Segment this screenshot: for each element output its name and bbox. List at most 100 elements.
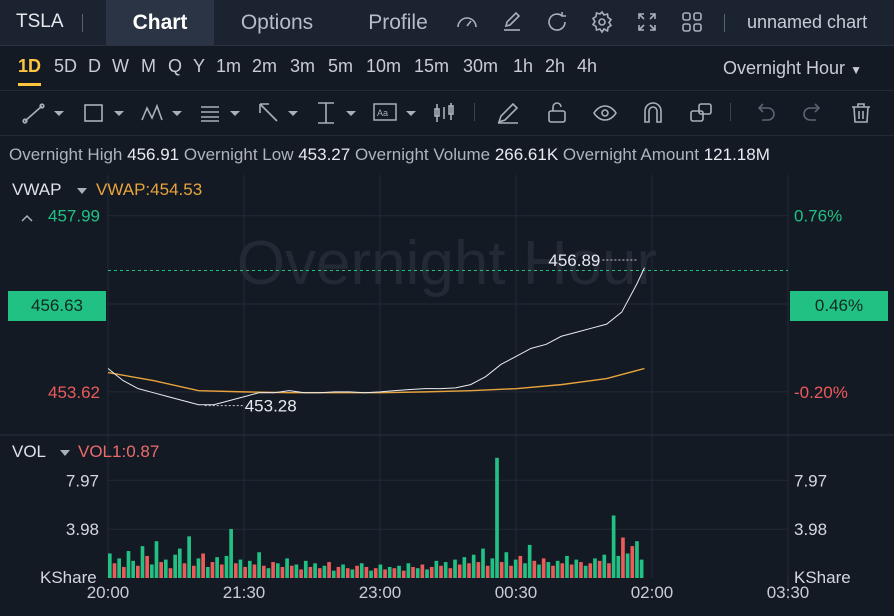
price-tick-label: 457.99 [48, 207, 100, 226]
volume-bar [126, 551, 131, 578]
volume-bar [117, 558, 121, 578]
volume-bar [387, 566, 392, 578]
current-price-tag: 456.63 [8, 291, 106, 321]
volume-bar [243, 566, 247, 578]
volume-tick-label-right: 7.97 [794, 471, 827, 490]
collapse-up-icon[interactable] [20, 213, 34, 223]
volume-bar [219, 564, 224, 578]
volume-bar [294, 564, 299, 578]
time-axis-label: 03:30 [767, 583, 810, 602]
volume-bar [481, 548, 485, 578]
volume-bar [565, 555, 569, 578]
volume-bar [289, 565, 294, 578]
volume-bar [434, 560, 439, 578]
volume-bar [201, 553, 205, 578]
volume-bar [154, 541, 159, 578]
percent-tick-label: 0.76% [794, 207, 842, 226]
time-axis-label: 21:30 [223, 583, 266, 602]
volume-bar [135, 565, 140, 578]
volume-bar [415, 568, 420, 578]
volume-bar [555, 560, 560, 578]
low-annotation-label: 453.28 [245, 397, 297, 416]
volume-bar [364, 566, 369, 578]
volume-bar [518, 555, 523, 578]
volume-bar [378, 564, 383, 578]
volume-bar [523, 563, 527, 578]
volume-bar [607, 563, 611, 578]
volume-bar [266, 568, 271, 578]
volume-bar [299, 569, 303, 578]
chevron-down-icon[interactable] [77, 188, 87, 194]
time-axis-label: 23:00 [359, 583, 402, 602]
volume-bar [257, 552, 261, 578]
volume-bar [336, 566, 341, 578]
volume-bar [191, 565, 196, 578]
volume-bar [159, 562, 163, 578]
volume-bar [490, 558, 495, 578]
volume-bar [280, 566, 285, 578]
volume-bar [121, 566, 126, 578]
volume-bar [149, 564, 154, 578]
volume-bar [308, 566, 313, 578]
volume-bar [313, 563, 317, 578]
volume-bar [355, 565, 359, 578]
volume-bar [588, 563, 593, 578]
time-axis-label: 00:30 [495, 583, 538, 602]
price-chart[interactable]: Overnight Hour457.990.76%455.800.28%453.… [0, 0, 894, 616]
vol-indicator-value: VOL1:0.87 [78, 442, 160, 461]
volume-bar [140, 546, 145, 578]
volume-bar [527, 544, 532, 578]
vwap-indicator-label[interactable]: VWAP [12, 180, 61, 200]
volume-bar [611, 515, 616, 578]
volume-bar [411, 566, 415, 578]
volume-bar [392, 568, 397, 578]
volume-bar [252, 564, 257, 578]
volume-bar [462, 557, 467, 578]
volume-bar [327, 562, 331, 578]
volume-bar [616, 555, 621, 578]
volume-bar [341, 564, 345, 578]
volume-bar [546, 562, 551, 578]
volume-bar [322, 565, 327, 578]
volume-bar [574, 559, 579, 578]
volume-bar [131, 560, 135, 578]
volume-bar [383, 569, 387, 578]
volume-bar [453, 559, 457, 578]
volume-bar [163, 559, 168, 578]
volume-bar [513, 559, 518, 578]
volume-bar [457, 564, 462, 578]
volume-bar [439, 565, 443, 578]
volume-bar [210, 562, 215, 578]
vol-indicator-label[interactable]: VOL [12, 442, 46, 462]
volume-bar [560, 563, 565, 578]
volume-bar [261, 565, 266, 578]
volume-bar [429, 566, 434, 578]
volume-bar [476, 562, 481, 578]
volume-bar [597, 560, 602, 578]
volume-bar [350, 569, 355, 578]
volume-bar [359, 563, 364, 578]
volume-bar [630, 546, 635, 578]
volume-bar [537, 564, 541, 578]
volume-bar [275, 563, 280, 578]
volume-bar [639, 559, 644, 578]
volume-bar [173, 554, 177, 578]
current-change-tag: 0.46% [790, 291, 888, 321]
volume-bar [621, 537, 625, 578]
volume-bar [579, 562, 583, 578]
volume-bar [238, 559, 243, 578]
volume-bar [593, 558, 597, 578]
volume-bar [205, 566, 210, 578]
volume-bar [625, 553, 630, 578]
volume-bar [509, 565, 513, 578]
volume-bar [495, 457, 499, 578]
volume-bar [569, 564, 574, 578]
time-axis-label: 02:00 [631, 583, 674, 602]
volume-bar [112, 563, 117, 578]
high-annotation-label: 456.89 [548, 251, 600, 270]
volume-bar [602, 554, 607, 578]
volume-bar [532, 560, 537, 578]
chevron-down-icon[interactable] [60, 450, 70, 456]
volume-bar [406, 563, 411, 578]
volume-bar [443, 562, 448, 578]
